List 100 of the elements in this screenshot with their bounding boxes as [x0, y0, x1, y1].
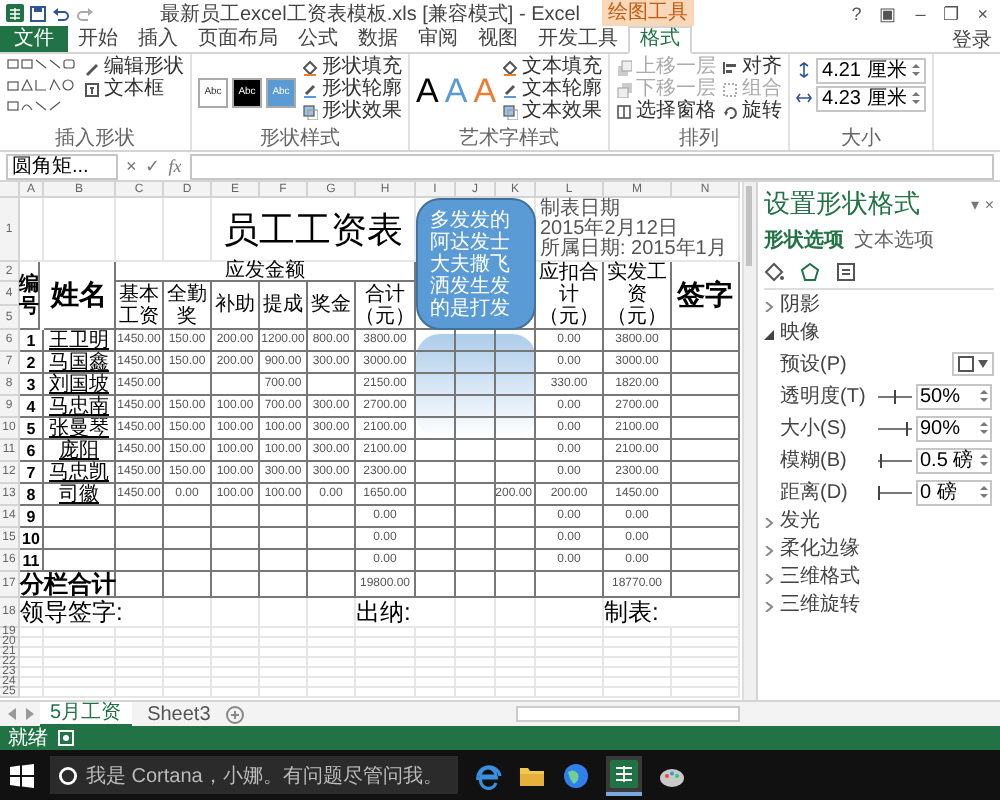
ribbon-button[interactable]: 文本效果 — [502, 100, 603, 122]
rounded-rectangle-shape[interactable]: 多发发的阿达发士大夫撒飞洒发生发的是打发 — [416, 198, 536, 330]
empty-cell[interactable] — [672, 484, 740, 506]
ribbon-tab[interactable]: 页面布局 — [188, 26, 288, 52]
section-header[interactable]: 发光 — [764, 510, 994, 534]
size-field[interactable]: 4.23 厘米 — [816, 85, 927, 111]
empty-cell[interactable] — [496, 550, 536, 572]
empty-cell[interactable] — [416, 506, 456, 528]
empty-cell[interactable] — [260, 506, 308, 528]
empty-cell[interactable] — [416, 550, 456, 572]
empty-cell[interactable] — [416, 572, 456, 598]
empty-cell[interactable] — [116, 550, 164, 572]
ribbon-button[interactable]: 形状填充 — [302, 56, 402, 78]
sheet-tab[interactable]: 5月工资 — [40, 701, 132, 727]
window-control[interactable]: ? — [845, 3, 868, 23]
ribbon-tab[interactable]: 文件 — [0, 26, 68, 52]
empty-cell[interactable] — [456, 374, 496, 396]
windows-start-icon[interactable] — [10, 763, 34, 787]
select-all-corner[interactable] — [0, 182, 20, 198]
pentagon-icon[interactable] — [800, 262, 820, 282]
empty-cell[interactable] — [456, 528, 496, 550]
globe-icon[interactable] — [562, 761, 590, 789]
preset-button[interactable] — [952, 352, 994, 376]
add-sheet-icon[interactable] — [226, 705, 245, 723]
undo-icon[interactable] — [52, 5, 70, 21]
taskbar-search-field[interactable]: 我是 Cortana，小娜。有问题尽管问我。 — [50, 756, 458, 794]
vertical-scrollbar[interactable] — [742, 182, 756, 700]
redo-icon[interactable] — [76, 5, 94, 21]
empty-cell[interactable] — [456, 484, 496, 506]
pane-control[interactable]: × — [984, 195, 994, 213]
empty-cell[interactable] — [672, 352, 740, 374]
empty-cell[interactable] — [456, 440, 496, 462]
formula-input[interactable] — [189, 153, 994, 179]
empty-cell[interactable] — [116, 528, 164, 550]
ribbon-tab[interactable]: 开发工具 — [528, 26, 628, 52]
empty-cell[interactable] — [308, 528, 356, 550]
empty-cell[interactable] — [116, 572, 164, 598]
empty-cell[interactable] — [416, 396, 456, 418]
size-properties-icon[interactable] — [836, 262, 856, 282]
empty-cell[interactable] — [116, 506, 164, 528]
value-field[interactable]: 90% — [916, 415, 992, 441]
name-box[interactable]: 圆角矩... — [6, 153, 118, 179]
section-header[interactable]: 阴影 — [764, 294, 994, 318]
section-header[interactable]: 映像 — [764, 322, 994, 346]
empty-cell[interactable] — [496, 396, 536, 418]
browser-icon[interactable] — [474, 761, 502, 789]
empty-cell[interactable] — [456, 352, 496, 374]
window-control[interactable]: ❐ — [937, 3, 966, 23]
wordart-style[interactable]: A — [416, 72, 439, 112]
empty-cell[interactable] — [456, 418, 496, 440]
empty-cell[interactable] — [308, 572, 356, 598]
empty-cell[interactable] — [496, 418, 536, 440]
scroll-right-icon[interactable] — [24, 708, 34, 720]
empty-cell[interactable] — [44, 506, 116, 528]
formula-button[interactable]: fx — [168, 156, 182, 176]
empty-cell[interactable] — [672, 396, 740, 418]
section-header[interactable]: 三维格式 — [764, 566, 994, 590]
empty-cell[interactable] — [496, 528, 536, 550]
empty-cell[interactable] — [308, 550, 356, 572]
value-field[interactable]: 0.5 磅 — [916, 447, 992, 473]
empty-cell[interactable] — [672, 374, 740, 396]
empty-cell[interactable] — [416, 418, 456, 440]
empty-cell[interactable] — [496, 440, 536, 462]
empty-cell[interactable] — [416, 484, 456, 506]
ribbon-tab[interactable]: 视图 — [468, 26, 528, 52]
empty-cell[interactable] — [496, 352, 536, 374]
ribbon-tab[interactable]: 审阅 — [408, 26, 468, 52]
sign-in-link[interactable]: 登录 — [952, 25, 1000, 53]
window-control[interactable]: × — [971, 3, 994, 23]
window-control[interactable]: – — [909, 3, 932, 23]
empty-cell[interactable] — [496, 462, 536, 484]
empty-cell[interactable] — [164, 550, 212, 572]
ribbon-tab[interactable]: 开始 — [68, 26, 128, 52]
empty-cell[interactable] — [672, 418, 740, 440]
ribbon-button[interactable]: 选择窗格 — [616, 100, 717, 122]
empty-cell[interactable] — [164, 528, 212, 550]
ribbon-button[interactable]: 形状效果 — [302, 100, 402, 122]
ribbon-button[interactable]: 对齐 — [722, 56, 783, 78]
empty-cell[interactable] — [672, 330, 740, 352]
empty-cell[interactable] — [672, 572, 740, 598]
empty-cell[interactable] — [212, 374, 260, 396]
empty-cell[interactable] — [260, 572, 308, 598]
size-field[interactable]: 4.21 厘米 — [816, 57, 927, 83]
paint-bucket-icon[interactable] — [764, 262, 784, 282]
empty-cell[interactable] — [416, 528, 456, 550]
empty-cell[interactable] — [536, 572, 604, 598]
empty-cell[interactable] — [496, 506, 536, 528]
empty-cell[interactable] — [212, 572, 260, 598]
section-header[interactable]: 柔化边缘 — [764, 538, 994, 562]
empty-cell[interactable] — [672, 462, 740, 484]
empty-cell[interactable] — [672, 506, 740, 528]
empty-cell[interactable] — [456, 506, 496, 528]
ribbon-tab[interactable]: 公式 — [288, 26, 348, 52]
empty-cell[interactable] — [416, 440, 456, 462]
empty-cell[interactable] — [260, 528, 308, 550]
empty-cell[interactable] — [672, 550, 740, 572]
section-header[interactable]: 三维旋转 — [764, 594, 994, 618]
value-field[interactable]: 0 磅 — [916, 479, 992, 505]
ribbon-tab[interactable]: 数据 — [348, 26, 408, 52]
window-control[interactable]: ▣ — [873, 3, 904, 23]
